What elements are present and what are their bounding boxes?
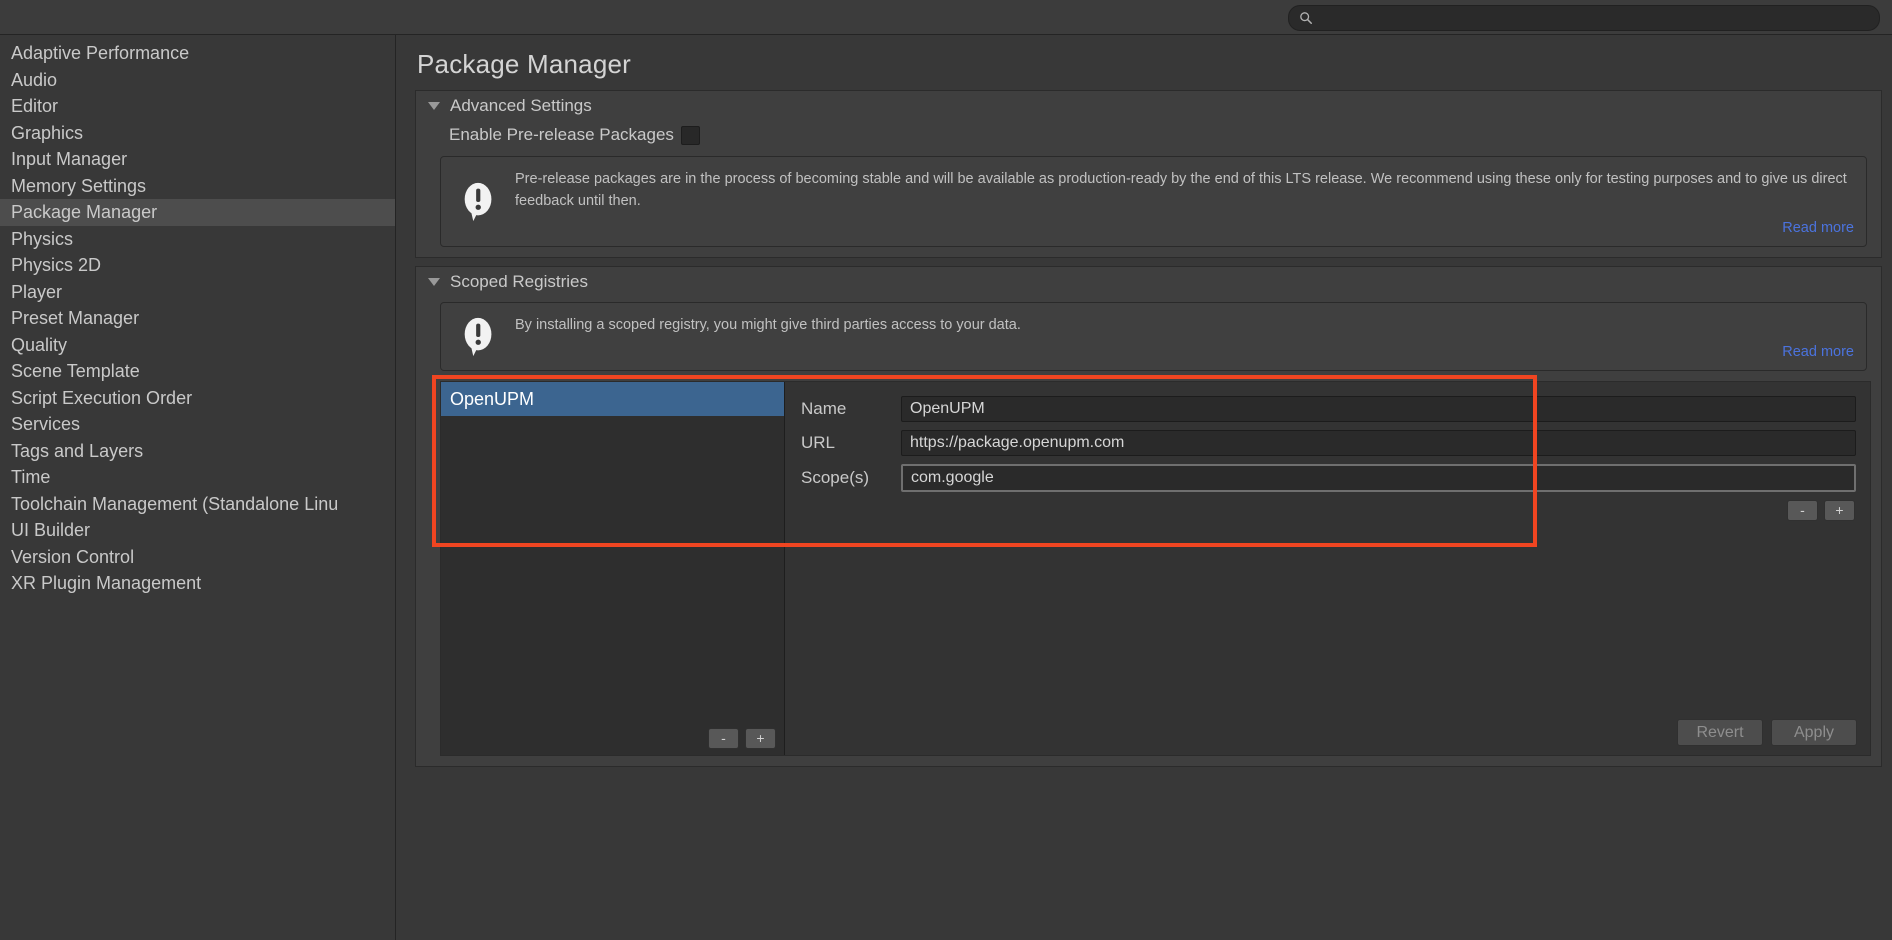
remove-registry-button[interactable]: -: [708, 728, 739, 749]
sidebar-item-label: Package Manager: [11, 202, 157, 222]
sidebar-item-script-execution-order[interactable]: Script Execution Order: [0, 385, 395, 412]
search-input[interactable]: [1319, 7, 1859, 29]
add-registry-button[interactable]: +: [745, 728, 776, 749]
enable-prerelease-checkbox[interactable]: [681, 126, 700, 145]
registry-scopes-input[interactable]: [901, 464, 1856, 492]
registry-detail-pane: Name URL Scope(s) - +: [785, 382, 1870, 755]
sidebar-item-tags-and-layers[interactable]: Tags and Layers: [0, 438, 395, 465]
advanced-settings-title: Advanced Settings: [450, 96, 592, 116]
registry-url-label: URL: [801, 433, 901, 453]
settings-category-list[interactable]: Adaptive Performance Audio Editor Graphi…: [0, 35, 396, 940]
sidebar-item-label: Toolchain Management (Standalone Linu: [11, 494, 338, 514]
chevron-down-icon[interactable]: [428, 278, 440, 286]
sidebar-item-audio[interactable]: Audio: [0, 67, 395, 94]
sidebar-item-player[interactable]: Player: [0, 279, 395, 306]
registry-name: OpenUPM: [450, 389, 534, 409]
scoped-registries-read-more-link[interactable]: Read more: [515, 344, 1854, 360]
sidebar-item-label: Time: [11, 467, 50, 487]
enable-prerelease-label: Enable Pre-release Packages: [449, 125, 674, 145]
sidebar-item-label: Version Control: [11, 547, 134, 567]
registry-url-row: URL: [801, 430, 1856, 456]
scoped-registries-title: Scoped Registries: [450, 272, 588, 292]
scoped-registries-info-text: By installing a scoped registry, you mig…: [515, 314, 1854, 336]
sidebar-item-label: UI Builder: [11, 520, 90, 540]
revert-button[interactable]: Revert: [1677, 719, 1763, 746]
registry-scopes-row: Scope(s): [801, 464, 1856, 492]
sidebar-item-physics-2d[interactable]: Physics 2D: [0, 252, 395, 279]
chevron-down-icon[interactable]: [428, 102, 440, 110]
sidebar-item-label: Script Execution Order: [11, 388, 192, 408]
sidebar-item-label: Tags and Layers: [11, 441, 143, 461]
search-icon: [1299, 11, 1313, 25]
registry-action-buttons: Revert Apply: [1677, 719, 1857, 746]
info-warning-icon: [459, 181, 499, 223]
sidebar-item-package-manager[interactable]: Package Manager: [0, 199, 395, 226]
sidebar-item-version-control[interactable]: Version Control: [0, 544, 395, 571]
prerelease-read-more-link[interactable]: Read more: [515, 220, 1854, 236]
settings-content-pane: Package Manager Advanced Settings Enable…: [397, 35, 1892, 940]
sidebar-item-label: Preset Manager: [11, 308, 139, 328]
scoped-registry-editor: OpenUPM - + Name URL: [440, 381, 1871, 756]
sidebar-item-xr-plugin-management[interactable]: XR Plugin Management: [0, 570, 395, 597]
scoped-registries-header[interactable]: Scoped Registries: [416, 267, 1881, 297]
list-item[interactable]: OpenUPM: [441, 382, 784, 416]
sidebar-item-label: Quality: [11, 335, 67, 355]
advanced-settings-header[interactable]: Advanced Settings: [416, 91, 1881, 121]
search-field[interactable]: [1288, 5, 1880, 31]
sidebar-item-time[interactable]: Time: [0, 464, 395, 491]
sidebar-item-label: Adaptive Performance: [11, 43, 189, 63]
sidebar-item-toolchain-management[interactable]: Toolchain Management (Standalone Linu: [0, 491, 395, 518]
enable-prerelease-row: Enable Pre-release Packages: [416, 121, 1881, 151]
sidebar-item-editor[interactable]: Editor: [0, 93, 395, 120]
sidebar-item-input-manager[interactable]: Input Manager: [0, 146, 395, 173]
sidebar-item-label: Editor: [11, 96, 58, 116]
sidebar-item-label: Scene Template: [11, 361, 140, 381]
sidebar-item-adaptive-performance[interactable]: Adaptive Performance: [0, 40, 395, 67]
sidebar-item-quality[interactable]: Quality: [0, 332, 395, 359]
registry-name-input[interactable]: [901, 396, 1856, 422]
sidebar-item-label: Physics 2D: [11, 255, 101, 275]
remove-scope-button[interactable]: -: [1787, 500, 1818, 521]
add-scope-button[interactable]: +: [1824, 500, 1855, 521]
prerelease-info-box: Pre-release packages are in the process …: [440, 156, 1867, 247]
scoped-registries-section: Scoped Registries By installing a scoped…: [415, 266, 1882, 767]
registry-list-buttons: - +: [708, 728, 776, 749]
registry-list[interactable]: OpenUPM - +: [441, 382, 785, 755]
sidebar-item-label: Physics: [11, 229, 73, 249]
registry-name-row: Name: [801, 396, 1856, 422]
sidebar-item-label: XR Plugin Management: [11, 573, 201, 593]
info-warning-icon: [459, 316, 499, 358]
top-toolbar: [0, 0, 1892, 35]
sidebar-item-preset-manager[interactable]: Preset Manager: [0, 305, 395, 332]
scoped-registries-info-box: By installing a scoped registry, you mig…: [440, 302, 1867, 371]
sidebar-item-label: Memory Settings: [11, 176, 146, 196]
page-title: Package Manager: [397, 35, 1892, 90]
registry-name-label: Name: [801, 399, 901, 419]
sidebar-item-physics[interactable]: Physics: [0, 226, 395, 253]
sidebar-item-services[interactable]: Services: [0, 411, 395, 438]
advanced-settings-section: Advanced Settings Enable Pre-release Pac…: [415, 90, 1882, 258]
registry-scopes-label: Scope(s): [801, 468, 901, 488]
sidebar-item-label: Services: [11, 414, 80, 434]
sidebar-item-label: Input Manager: [11, 149, 127, 169]
sidebar-item-scene-template[interactable]: Scene Template: [0, 358, 395, 385]
sidebar-item-label: Player: [11, 282, 62, 302]
registry-url-input[interactable]: [901, 430, 1856, 456]
scope-list-buttons: - +: [801, 500, 1856, 521]
sidebar-item-label: Graphics: [11, 123, 83, 143]
prerelease-info-text: Pre-release packages are in the process …: [515, 168, 1854, 212]
sidebar-item-label: Audio: [11, 70, 57, 90]
settings-window: Adaptive Performance Audio Editor Graphi…: [0, 0, 1892, 940]
sidebar-item-memory-settings[interactable]: Memory Settings: [0, 173, 395, 200]
apply-button[interactable]: Apply: [1771, 719, 1857, 746]
sidebar-item-graphics[interactable]: Graphics: [0, 120, 395, 147]
sidebar-item-ui-builder[interactable]: UI Builder: [0, 517, 395, 544]
